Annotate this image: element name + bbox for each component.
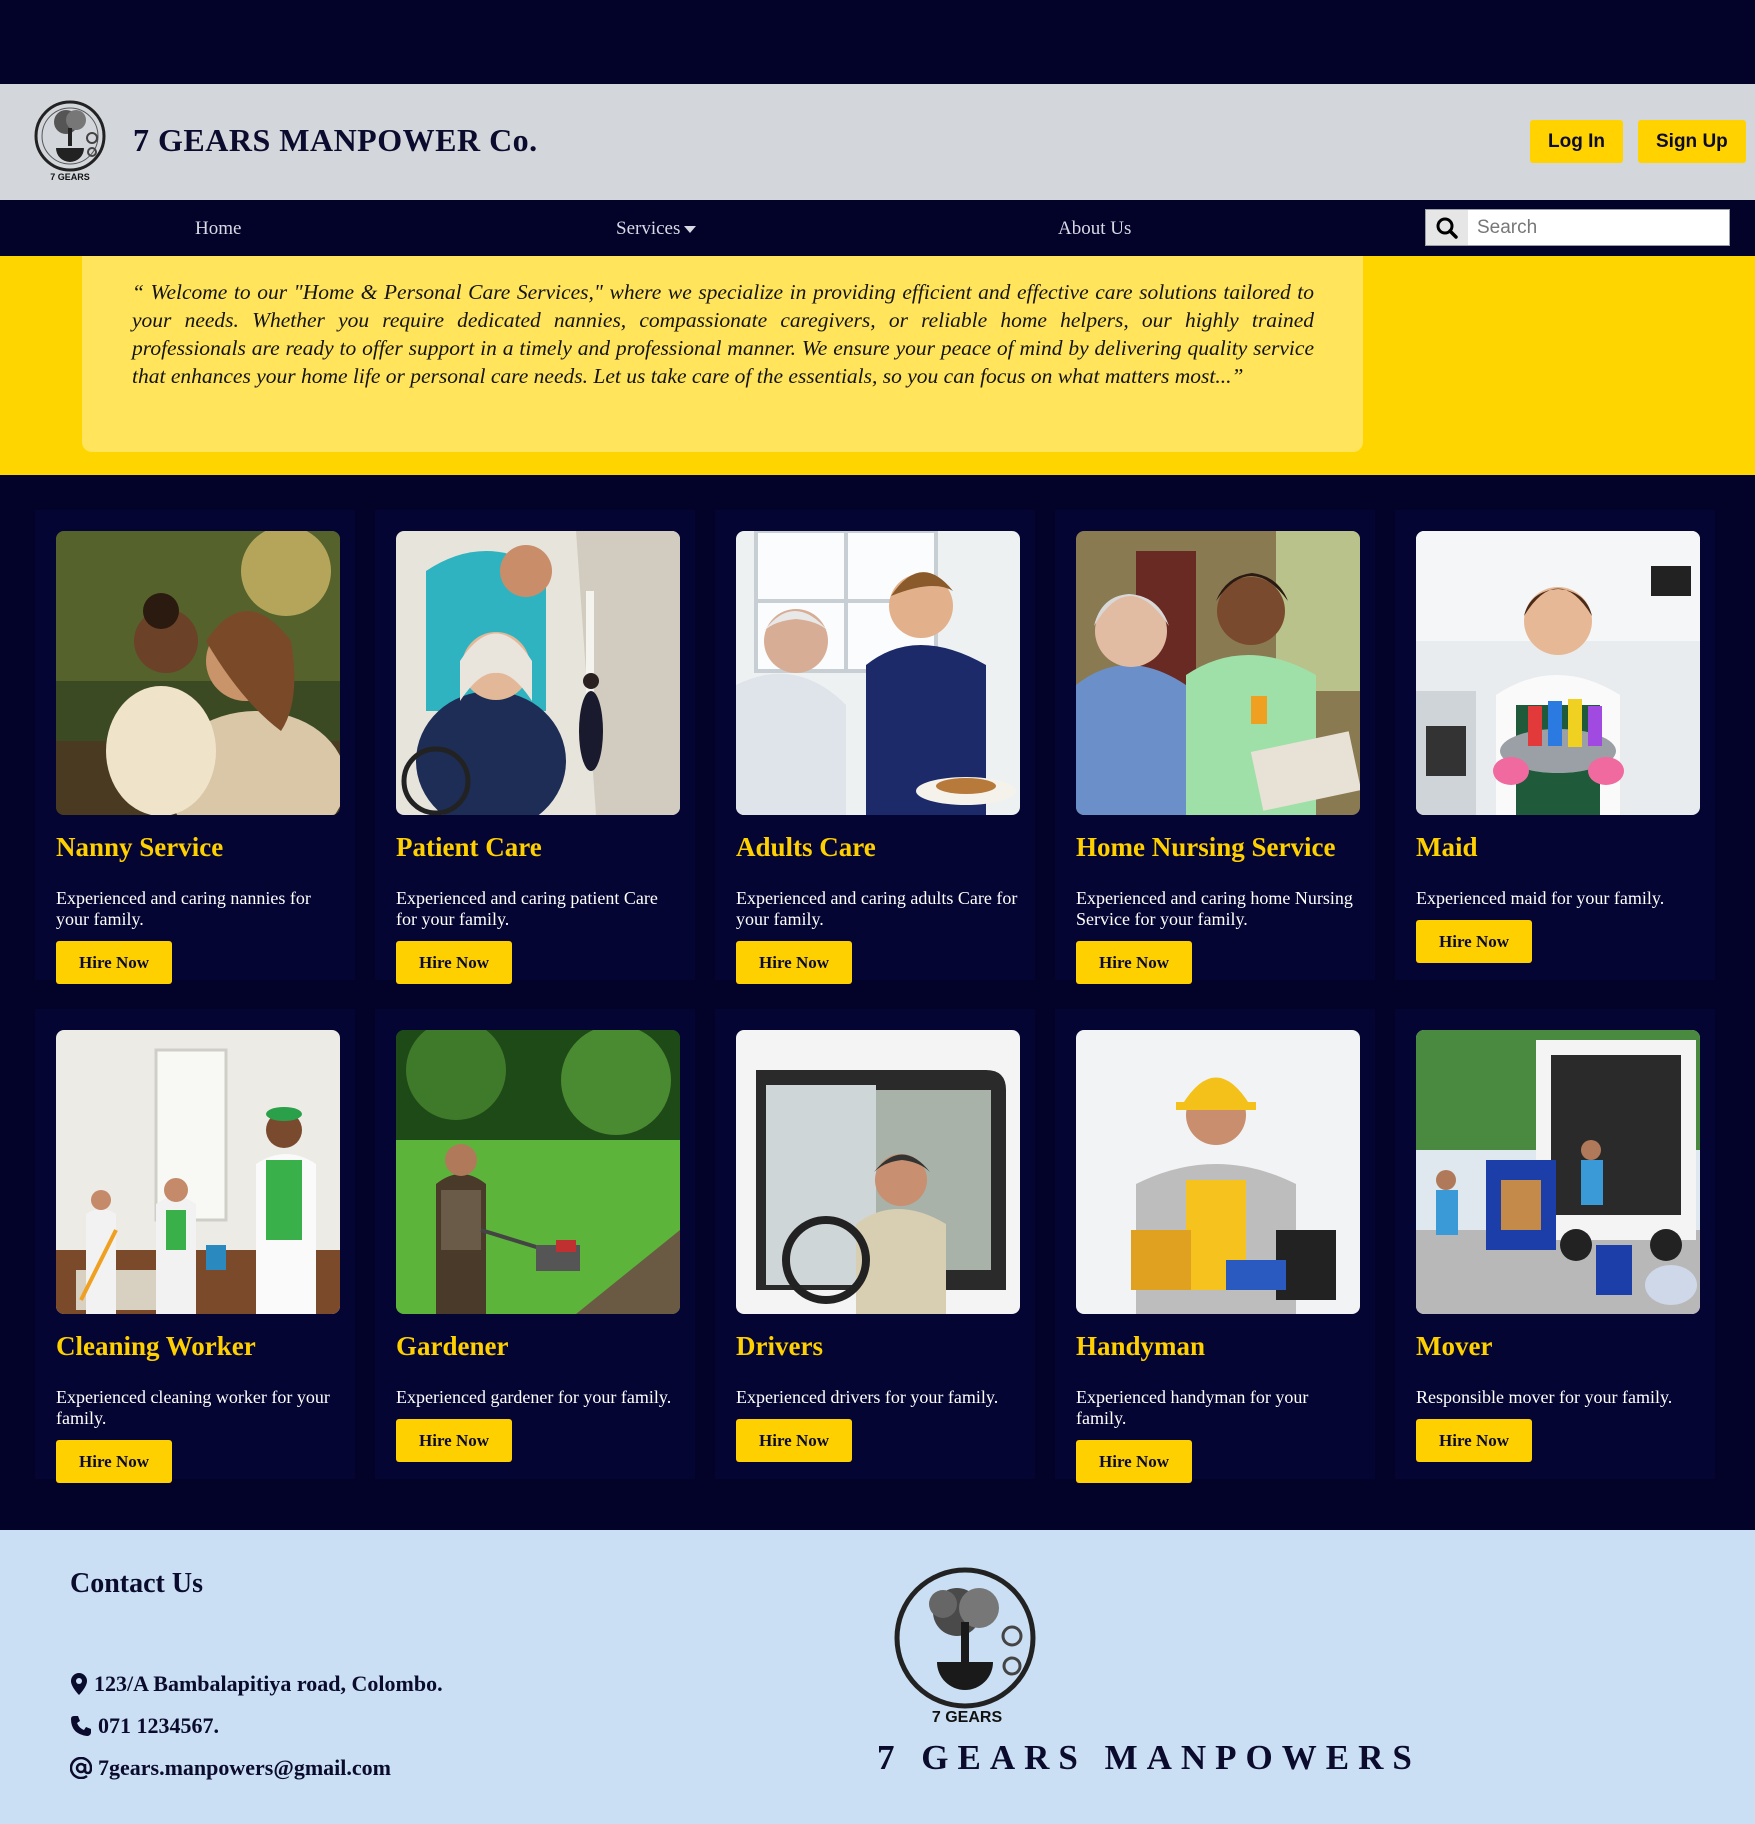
service-desc: Experienced cleaning worker for your fam… — [56, 1387, 330, 1428]
caret-down-icon — [684, 226, 697, 234]
contact-phone-text: 071 1234567. — [98, 1713, 219, 1738]
service-image-home-nursing — [1076, 531, 1360, 815]
site-footer: Contact Us 123/A Bambalapitiya road, Col… — [0, 1530, 1755, 1824]
hire-now-button[interactable]: Hire Now — [1076, 1440, 1193, 1483]
service-image-drivers — [736, 1030, 1020, 1314]
service-image-gardener — [396, 1030, 680, 1314]
service-image-mover — [1416, 1030, 1700, 1314]
service-title: Home Nursing Service — [1076, 832, 1336, 862]
nav-about[interactable]: About Us — [1058, 218, 1131, 240]
nav-services-label: Services — [616, 218, 681, 239]
contact-phone: 071 1234567. — [70, 1713, 219, 1739]
contact-email: 7gears.manpowers@gmail.com — [70, 1755, 391, 1781]
service-card-adults-care: Adults Care Experienced and caring adult… — [715, 510, 1035, 984]
service-desc: Experienced maid for your family. — [1416, 888, 1665, 908]
site-header: 7 GEARS 7 GEARS MANPOWER Co. Log In Sign… — [0, 84, 1755, 200]
service-card-gardener: Gardener Experienced gardener for your f… — [375, 1009, 695, 1479]
location-pin-icon — [71, 1673, 87, 1695]
logo[interactable]: 7 GEARS — [30, 98, 110, 186]
service-desc: Experienced and caring patient Care for … — [396, 888, 658, 929]
contact-title: Contact Us — [70, 1568, 203, 1599]
service-title: Mover — [1416, 1331, 1493, 1361]
intro-band: “ Welcome to our "Home & Personal Care S… — [0, 256, 1755, 475]
service-title: Drivers — [736, 1331, 823, 1361]
service-desc: Experienced and caring home Nursing Serv… — [1076, 888, 1353, 929]
hire-now-button[interactable]: Hire Now — [736, 1419, 853, 1462]
hire-now-button[interactable]: Hire Now — [396, 941, 513, 984]
hire-now-button[interactable]: Hire Now — [1416, 1419, 1533, 1462]
service-image-cleaning-worker — [56, 1030, 340, 1314]
intro-quote-box: “ Welcome to our "Home & Personal Care S… — [82, 256, 1363, 452]
search-icon — [1436, 217, 1458, 239]
service-card-patient-care: Patient Care Experienced and caring pati… — [375, 510, 695, 984]
service-desc: Experienced and caring nannies for your … — [56, 888, 311, 929]
service-image-nanny — [56, 531, 340, 815]
signup-button[interactable]: Sign Up — [1638, 120, 1746, 163]
service-title: Handyman — [1076, 1331, 1206, 1361]
contact-address-text: 123/A Bambalapitiya road, Colombo. — [94, 1671, 443, 1696]
hire-now-button[interactable]: Hire Now — [396, 1419, 513, 1462]
service-desc: Responsible mover for your family. — [1416, 1387, 1673, 1407]
phone-icon — [71, 1716, 91, 1736]
service-title: Gardener — [396, 1331, 509, 1361]
intro-quote: “ Welcome to our "Home & Personal Care S… — [132, 280, 1314, 388]
service-card-home-nursing: Home Nursing Service Experienced and car… — [1055, 510, 1375, 984]
hire-now-button[interactable]: Hire Now — [1416, 920, 1533, 963]
service-title: Maid — [1416, 832, 1478, 862]
service-card-cleaning-worker: Cleaning Worker Experienced cleaning wor… — [35, 1009, 355, 1483]
footer-brand: 7 GEARS MANPOWERS — [877, 1738, 1421, 1777]
service-card-nanny: Nanny Service Experienced and caring nan… — [35, 510, 355, 984]
service-title: Cleaning Worker — [56, 1331, 256, 1361]
hire-now-button[interactable]: Hire Now — [56, 941, 173, 984]
site-brand: 7 GEARS MANPOWER Co. — [133, 122, 538, 158]
footer-logo: 7 GEARS — [887, 1564, 1047, 1734]
service-title: Patient Care — [396, 832, 542, 862]
contact-address: 123/A Bambalapitiya road, Colombo. — [70, 1671, 443, 1697]
hire-now-button[interactable]: Hire Now — [736, 941, 853, 984]
svg-text:7 GEARS: 7 GEARS — [932, 1709, 1003, 1726]
service-title: Adults Care — [736, 832, 876, 862]
at-sign-icon — [70, 1757, 92, 1779]
hire-now-button[interactable]: Hire Now — [56, 1440, 173, 1483]
svg-text:7 GEARS: 7 GEARS — [50, 172, 90, 182]
service-title: Nanny Service — [56, 832, 224, 862]
service-image-maid — [1416, 531, 1700, 815]
service-card-handyman: Handyman Experienced handyman for your f… — [1055, 1009, 1375, 1483]
nav-services[interactable]: Services — [616, 218, 697, 240]
hire-now-button[interactable]: Hire Now — [1076, 941, 1193, 984]
service-desc: Experienced drivers for your family. — [736, 1387, 999, 1407]
service-image-handyman — [1076, 1030, 1360, 1314]
main-nav: Home Services About Us — [0, 200, 1755, 256]
search-button[interactable] — [1426, 210, 1468, 245]
top-band — [0, 0, 1755, 84]
service-card-mover: Mover Responsible mover for your family.… — [1395, 1009, 1715, 1479]
service-desc: Experienced gardener for your family. — [396, 1387, 672, 1407]
service-image-adults-care — [736, 531, 1020, 815]
search-box — [1425, 209, 1730, 246]
nav-home[interactable]: Home — [195, 218, 241, 240]
login-button[interactable]: Log In — [1530, 120, 1623, 163]
service-desc: Experienced and caring adults Care for y… — [736, 888, 1018, 929]
search-input[interactable] — [1469, 210, 1727, 245]
service-image-patient-care — [396, 531, 680, 815]
service-card-drivers: Drivers Experienced drivers for your fam… — [715, 1009, 1035, 1479]
service-card-maid: Maid Experienced maid for your family. H… — [1395, 510, 1715, 980]
service-desc: Experienced handyman for your family. — [1076, 1387, 1309, 1428]
contact-email-text[interactable]: 7gears.manpowers@gmail.com — [98, 1755, 391, 1781]
